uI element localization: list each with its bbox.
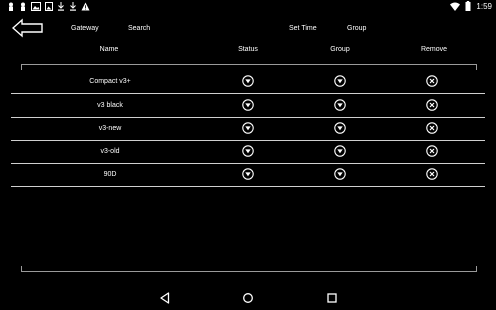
- home-circle-icon[interactable]: [241, 291, 255, 305]
- column-header-name: Name: [99, 46, 119, 53]
- search-button[interactable]: Search: [128, 25, 150, 32]
- table-row: v3-new: [11, 117, 485, 141]
- remove-icon[interactable]: [426, 75, 438, 87]
- column-header-status: Status: [238, 46, 258, 53]
- table-row: v3 black: [11, 94, 485, 118]
- set-time-button[interactable]: Set Time: [289, 25, 317, 32]
- device-name: v3-new: [98, 125, 122, 132]
- device-name: Compact v3+: [89, 78, 131, 85]
- table-row: 90D: [11, 163, 485, 187]
- column-header-group: Group: [330, 46, 350, 53]
- group-dropdown-icon[interactable]: [334, 122, 346, 134]
- download-icon: [70, 2, 76, 11]
- group-dropdown-icon[interactable]: [334, 168, 346, 180]
- gateway-button[interactable]: Gateway: [71, 25, 99, 32]
- list-bottom-bracket: [21, 266, 477, 272]
- back-triangle-icon[interactable]: [158, 291, 172, 305]
- group-dropdown-icon[interactable]: [334, 99, 346, 111]
- recents-square-icon[interactable]: [325, 291, 339, 305]
- device-name: v3-old: [100, 148, 120, 155]
- status-dropdown-icon[interactable]: [242, 75, 254, 87]
- table-row: v3-old: [11, 140, 485, 164]
- toolbar: Gateway Search Set Time Group: [0, 14, 496, 44]
- column-header-remove: Remove: [420, 46, 448, 53]
- status-dropdown-icon[interactable]: [242, 168, 254, 180]
- remove-icon[interactable]: [426, 145, 438, 157]
- photo-icon: [45, 2, 53, 11]
- remove-icon[interactable]: [426, 168, 438, 180]
- system-status: 1:59: [450, 1, 492, 11]
- status-dropdown-icon[interactable]: [242, 99, 254, 111]
- battery-icon: [465, 1, 471, 11]
- group-dropdown-icon[interactable]: [334, 75, 346, 87]
- group-button[interactable]: Group: [347, 25, 366, 32]
- clock: 1:59: [476, 1, 492, 11]
- notification-icons: [7, 2, 90, 11]
- wifi-icon: [450, 2, 461, 11]
- image-icon: [31, 2, 41, 11]
- remove-icon[interactable]: [426, 99, 438, 111]
- remove-icon[interactable]: [426, 122, 438, 134]
- status-dropdown-icon[interactable]: [242, 145, 254, 157]
- table-row: Compact v3+: [11, 70, 485, 94]
- navigation-bar: [0, 286, 496, 310]
- status-bar: 1:59: [0, 0, 496, 14]
- status-dropdown-icon[interactable]: [242, 122, 254, 134]
- device-name: v3 black: [97, 102, 123, 109]
- person-pin-icon: [9, 2, 13, 11]
- download-icon: [58, 2, 64, 11]
- person-pin-icon: [21, 2, 25, 11]
- back-arrow-icon[interactable]: [12, 18, 44, 38]
- group-dropdown-icon[interactable]: [334, 145, 346, 157]
- device-name: 90D: [103, 171, 117, 178]
- warning-icon: [81, 2, 90, 11]
